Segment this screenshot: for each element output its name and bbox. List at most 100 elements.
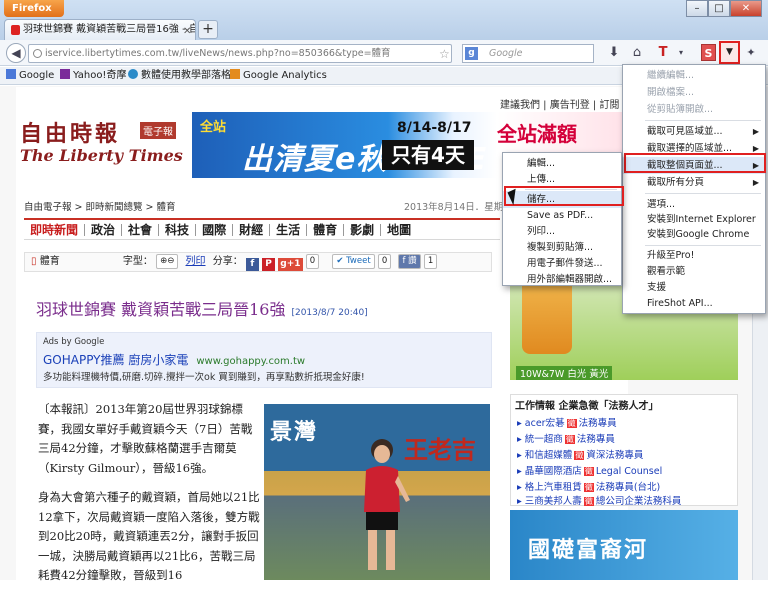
- job-item[interactable]: ▸ 格上汽車租賃徵法務專員(台北): [517, 479, 660, 493]
- submenu-edit[interactable]: 編輯...: [503, 155, 621, 172]
- search-input[interactable]: g Google: [462, 44, 594, 63]
- banner-line1: 全站: [200, 120, 227, 135]
- photo-sign-right: 王老吉: [404, 436, 476, 464]
- bookmark-blog[interactable]: 數體使用教學部落格: [128, 69, 231, 83]
- menu-upgrade-pro[interactable]: 升級至Pro!: [623, 247, 765, 264]
- menu-separator: [645, 245, 761, 246]
- photo-sign-left: 景灣: [270, 420, 319, 445]
- gplus-count: 0: [305, 254, 320, 269]
- bookmark-yahoo[interactable]: Yahoo!奇摩: [60, 69, 126, 83]
- headline-text: 羽球世錦賽 戴資穎苦戰三局晉16強: [36, 300, 286, 319]
- submenu-save-pdf[interactable]: Save as PDF...: [503, 207, 621, 224]
- logo-title: 自由時報: [20, 121, 121, 147]
- submenu-copy-clipboard[interactable]: 複製到剪貼簿...: [503, 239, 621, 256]
- sidebar-ad-bottom[interactable]: 國礎富裔河: [510, 510, 738, 580]
- menu-item[interactable]: 科技: [159, 224, 197, 236]
- job-item[interactable]: ▸ 晶華國際酒店徵 Legal Counsel: [517, 463, 662, 477]
- jobs-title: 工作情報 企業急徵「法務人才」: [515, 401, 659, 412]
- menu-separator: [645, 120, 761, 121]
- menu-open-clipboard[interactable]: 從剪貼簿開啟...: [623, 101, 765, 118]
- article-photo[interactable]: 景灣 王老吉: [264, 404, 490, 580]
- t-toolbar-icon[interactable]: T: [654, 44, 672, 62]
- tweet-label: Tweet: [346, 256, 371, 266]
- sidebar-ad2-text: 國礎富裔河: [528, 538, 649, 563]
- font-size-button[interactable]: ⊕⊖: [156, 254, 179, 269]
- menu-item[interactable]: 地圖: [381, 224, 417, 236]
- browser-tab[interactable]: 羽球世錦賽 戴資穎苦戰三局晉16強 - 自... ✕: [4, 19, 196, 40]
- ad-title[interactable]: GOHAPPY推薦 廚房小家電 www.gohappy.com.tw: [43, 351, 305, 368]
- fireshot-menu: 繼續編輯... 開啟檔案... 從剪貼簿開啟... 截取可見區域並... ▶ 截取…: [622, 64, 766, 314]
- section-marker-icon: ▯: [31, 256, 37, 267]
- site-logo[interactable]: 自由時報 電子報 The Liberty Times: [20, 116, 186, 168]
- google-plus-icon[interactable]: g+1: [278, 258, 303, 271]
- highlight-box: [504, 186, 624, 206]
- facebook-icon[interactable]: f: [245, 258, 259, 271]
- job-item[interactable]: ▸ 和信超媒體徵資深法務專員: [517, 447, 643, 461]
- google-engine-icon[interactable]: g: [465, 47, 478, 60]
- job-item[interactable]: ▸ 三商美邦人壽徵總公司企業法務科員: [517, 493, 681, 507]
- menu-open-file[interactable]: 開啟檔案...: [623, 84, 765, 101]
- new-tab-button[interactable]: +: [198, 20, 218, 39]
- close-window-button[interactable]: ✕: [730, 0, 762, 17]
- url-text: iservice.libertytimes.com.tw/liveNews/ne…: [45, 48, 391, 59]
- menu-install-chrome[interactable]: 安裝到Google Chrome: [623, 226, 765, 243]
- menu-continue-edit[interactable]: 繼續編輯...: [623, 67, 765, 84]
- ad-description: 多功能料理機特價,研磨.切碎.攪拌一次ok 買到賺到，再享點數折抵現金好康!: [43, 372, 365, 383]
- minimize-button[interactable]: –: [686, 0, 708, 17]
- ad-title-text: GOHAPPY推薦 廚房小家電: [43, 353, 189, 367]
- menu-watch-demo[interactable]: 觀看示範: [623, 263, 765, 280]
- fireshot-dropdown-button[interactable]: ▼: [719, 41, 740, 64]
- bookmark-analytics[interactable]: Google Analytics: [230, 69, 327, 83]
- print-link[interactable]: 列印: [186, 256, 206, 267]
- hiring-badge: 徵: [583, 483, 594, 492]
- menu-item-label: 截取可見區域並...: [647, 126, 723, 137]
- menu-capture-all-tabs[interactable]: 截取所有分頁 ▶: [623, 174, 765, 191]
- google-ad[interactable]: Ads by Google GOHAPPY推薦 廚房小家電 www.gohappy…: [36, 332, 492, 388]
- bookmark-star-icon[interactable]: ☆: [439, 46, 450, 62]
- addon-icon[interactable]: ✦: [742, 44, 760, 62]
- hiring-badge: 徵: [583, 497, 594, 506]
- firefox-menu-button[interactable]: Firefox: [4, 0, 64, 17]
- job-item[interactable]: ▸ acer宏碁徵法務專員: [517, 415, 617, 429]
- fireshot-icon[interactable]: S: [701, 44, 716, 61]
- tweet-button[interactable]: ✔ Tweet: [332, 254, 375, 269]
- menu-item[interactable]: 政治: [85, 224, 123, 236]
- blog-icon: [128, 69, 138, 79]
- home-icon[interactable]: ⌂: [628, 44, 646, 62]
- submenu-arrow-icon: ▶: [752, 127, 759, 136]
- job-item[interactable]: ▸ 統一超商徵法務專員: [517, 431, 615, 445]
- menu-support[interactable]: 支援: [623, 279, 765, 296]
- twitter-bird-icon: ✔: [336, 256, 344, 266]
- ad-byline[interactable]: Ads by Google: [43, 337, 104, 347]
- menu-item[interactable]: 社會: [122, 224, 160, 236]
- fb-like-button[interactable]: f 讚: [398, 254, 421, 269]
- menu-fireshot-api[interactable]: FireShot API...: [623, 295, 765, 312]
- top-links[interactable]: 建議我們 | 廣告刊登 | 訂閱: [500, 96, 619, 111]
- plurk-icon[interactable]: P: [262, 258, 276, 271]
- submenu-email[interactable]: 用電子郵件發送...: [503, 255, 621, 272]
- maximize-button[interactable]: □: [708, 0, 730, 17]
- bookmark-google[interactable]: Google: [6, 69, 54, 83]
- menu-item[interactable]: 體育: [307, 224, 345, 236]
- google-icon: [6, 69, 16, 79]
- breadcrumb[interactable]: 自由電子報 > 即時新聞總覽 > 體育: [24, 199, 176, 213]
- submenu-arrow-icon: ▶: [752, 178, 759, 187]
- hiring-badge: 徵: [566, 419, 577, 428]
- download-arrow-icon[interactable]: ⬇: [605, 44, 623, 62]
- capture-submenu: 編輯... 上傳... 儲存... Save as PDF... 列印... 複…: [502, 152, 622, 286]
- headline-date: [2013/8/7 20:40]: [291, 308, 368, 318]
- t-dropdown-icon[interactable]: ▾: [672, 44, 690, 62]
- job-company: 格上汽車租賃: [524, 482, 582, 493]
- submenu-open-external-editor[interactable]: 用外部編輯器開啟...: [503, 271, 621, 288]
- tab-close-icon[interactable]: ✕: [183, 22, 195, 37]
- menu-item[interactable]: 影劇: [344, 224, 382, 236]
- back-arrow-icon[interactable]: ◀: [6, 43, 26, 63]
- menu-item[interactable]: 即時新聞: [24, 224, 86, 236]
- submenu-print[interactable]: 列印...: [503, 223, 621, 240]
- menu-item[interactable]: 國際: [196, 224, 234, 236]
- tab-title: 羽球世錦賽 戴資穎苦戰三局晉16強 - 自...: [23, 24, 196, 35]
- url-bar[interactable]: iservice.libertytimes.com.tw/liveNews/ne…: [28, 44, 452, 63]
- menu-capture-visible[interactable]: 截取可見區域並... ▶: [623, 123, 765, 140]
- menu-item[interactable]: 財經: [233, 224, 271, 236]
- menu-item[interactable]: 生活: [270, 224, 308, 236]
